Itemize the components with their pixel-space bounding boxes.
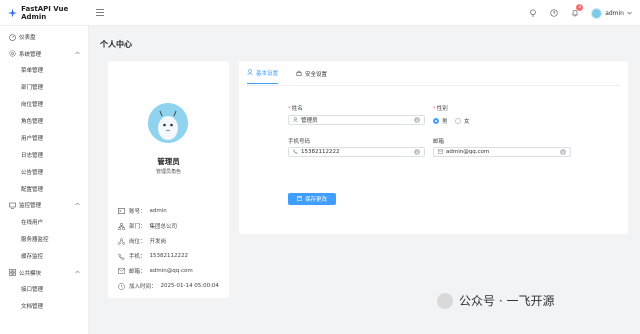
info-email: 邮箱： admin@qq.com <box>118 267 193 275</box>
sidebar-item-dashboard[interactable]: 仪表盘 <box>0 29 88 46</box>
sidebar-item-docs[interactable]: 文档管理 <box>0 298 88 315</box>
email-field[interactable]: admin@qq.com × <box>433 147 571 157</box>
sidebar-item-user[interactable]: 用户管理 <box>0 130 88 147</box>
app-title: FastAPI Vue Admin <box>21 4 69 21</box>
tab-basic[interactable]: 基本设置 <box>247 69 279 84</box>
logo-icon <box>8 7 18 18</box>
sidebar-item-role[interactable]: 角色管理 <box>0 113 88 130</box>
mail-icon <box>438 149 443 156</box>
phone-label: 手机号码 <box>288 139 311 145</box>
module-icon <box>9 269 16 276</box>
save-button[interactable]: 保存更改 <box>288 193 336 205</box>
phone-icon <box>293 148 298 156</box>
settings-icon <box>9 50 16 57</box>
sidebar-group-monitor[interactable]: 监控管理 <box>0 197 88 214</box>
sidebar-item-dept[interactable]: 部门管理 <box>0 79 88 96</box>
dashboard-icon <box>9 33 16 41</box>
settings-tabs: 基本设置 安全设置 <box>247 69 327 84</box>
user-icon <box>293 116 298 124</box>
name-input[interactable]: 管理员 <box>301 116 318 124</box>
sidebar-item-server-monitor[interactable]: 服务器监控 <box>0 231 88 248</box>
sidebar-item-log[interactable]: 日志管理 <box>0 146 88 163</box>
sidebar: 仪表盘 系统管理 菜单管理 部门管理 岗位管理 角色管理 用户管理 日志管理 公… <box>0 26 89 334</box>
sidebar-item-position[interactable]: 岗位管理 <box>0 96 88 113</box>
notification-badge: 3 <box>576 3 584 11</box>
page-title: 个人中心 <box>100 40 132 49</box>
monitor-icon <box>9 202 16 209</box>
avatar[interactable] <box>148 103 188 143</box>
notification-icon[interactable]: 3 <box>570 3 584 18</box>
chevron-up-icon <box>75 270 80 276</box>
menu-toggle-icon[interactable] <box>95 8 105 18</box>
avatar <box>591 7 603 19</box>
sidebar-item-notice[interactable]: 公告管理 <box>0 163 88 180</box>
email-label: 邮箱 <box>433 139 445 145</box>
chevron-up-icon <box>75 202 80 208</box>
clear-icon[interactable]: × <box>414 149 420 155</box>
chevron-up-icon <box>75 51 80 57</box>
email-input[interactable]: admin@qq.com <box>446 149 489 155</box>
profile-role: 管理员角色 <box>155 169 181 175</box>
tab-security[interactable]: 安全设置 <box>296 69 327 84</box>
sidebar-item-cache-monitor[interactable]: 缓存监控 <box>0 247 88 264</box>
profile-card: 管理员 管理员角色 账号： admin 部门： 集团总公司 岗位： 开发岗 手机： 15… <box>108 61 229 298</box>
gender-female-radio[interactable]: 女 <box>455 117 470 125</box>
user-menu[interactable]: admin <box>591 7 632 19</box>
sidebar-item-api[interactable]: 接口管理 <box>0 281 88 298</box>
sidebar-item-online-users[interactable]: 在线用户 <box>0 214 88 231</box>
user-icon <box>247 69 253 77</box>
gender-male-radio[interactable]: 男 <box>433 117 448 125</box>
app-logo[interactable]: FastAPI Vue Admin <box>0 5 89 21</box>
chevron-down-icon <box>627 10 632 17</box>
sidebar-group-common[interactable]: 公共模块 <box>0 264 88 281</box>
mail-icon <box>118 268 125 275</box>
profile-name: 管理员 <box>157 157 180 166</box>
help-icon[interactable] <box>549 9 558 18</box>
sidebar-item-menu[interactable]: 菜单管理 <box>0 62 88 79</box>
info-account: 账号： admin <box>118 207 167 215</box>
user-name: admin <box>605 9 624 17</box>
clock-icon <box>118 282 125 290</box>
watermark: 公众号 · 一飞开源 <box>437 292 554 309</box>
info-position: 岗位： 开发岗 <box>118 237 166 245</box>
radio-unchecked-icon <box>455 118 461 124</box>
wechat-icon <box>437 292 453 309</box>
department-icon <box>118 222 125 230</box>
lock-icon <box>296 70 302 78</box>
info-join-time: 加入时间： 2025-01-14 05:00:04 <box>118 282 219 290</box>
sidebar-item-config[interactable]: 配置管理 <box>0 180 88 197</box>
position-icon <box>118 237 125 245</box>
info-department: 部门： 集团总公司 <box>118 222 177 230</box>
phone-input[interactable]: 15382112222 <box>301 149 340 155</box>
main-content: 个人中心 管理员 管理员角色 账号： admin 部门： 集团总公司 岗位： 开发岗 <box>89 26 640 334</box>
tab-divider <box>247 85 620 86</box>
save-icon <box>297 195 302 203</box>
info-phone: 手机： 15382112222 <box>118 252 188 260</box>
settings-card: 基本设置 安全设置 *姓名 管理员 × *性别 男 女 手机号码 1538211… <box>239 61 628 234</box>
clear-icon[interactable]: × <box>560 149 566 155</box>
clear-icon[interactable]: × <box>414 117 420 123</box>
name-field[interactable]: 管理员 × <box>288 115 425 125</box>
theme-icon[interactable] <box>528 9 537 18</box>
radio-checked-icon <box>433 118 439 124</box>
name-label: *姓名 <box>288 106 303 112</box>
phone-icon <box>118 252 125 260</box>
sidebar-group-system[interactable]: 系统管理 <box>0 46 88 63</box>
phone-field[interactable]: 15382112222 × <box>288 147 425 157</box>
gender-label: *性别 <box>433 106 448 112</box>
id-card-icon <box>118 208 125 215</box>
top-header: FastAPI Vue Admin 3 admin <box>0 0 640 26</box>
